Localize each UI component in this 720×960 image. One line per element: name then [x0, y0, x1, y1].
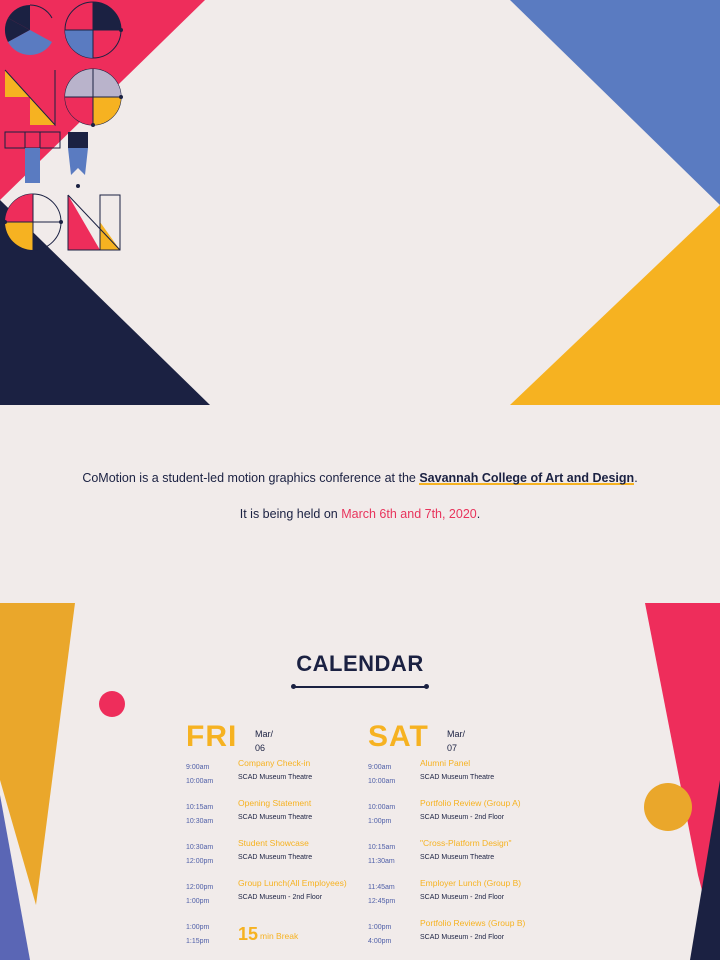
intro-text-end: .: [634, 471, 638, 485]
event-item[interactable]: 10:15am 10:30am Opening Statement SCAD M…: [186, 798, 376, 838]
event-end: 12:45pm: [368, 898, 396, 905]
event-start: 10:00am: [368, 804, 396, 811]
event-end: 1:00pm: [186, 898, 210, 905]
hero-yellow-triangle: [510, 205, 720, 405]
event-item[interactable]: 11:45am 12:45pm Employer Lunch (Group B)…: [368, 878, 558, 918]
calendar-title: CALENDAR: [296, 651, 424, 676]
dates-suffix: .: [476, 507, 481, 521]
event-end: 1:00pm: [368, 818, 392, 825]
event-title: Alumni Panel: [420, 758, 471, 768]
event-location: SCAD Museum - 2nd Floor: [420, 814, 505, 821]
event-location: SCAD Museum Theatre: [238, 774, 313, 781]
day-number: 06: [255, 743, 266, 753]
event-item[interactable]: 10:15am 11:30am "Cross-Platform Design" …: [368, 838, 558, 878]
logo-letter-t: [4, 131, 61, 183]
day-name: SAT: [368, 720, 429, 753]
day-column-sat: SAT Mar/ 07 9:00am 10:00am Alumni Panel …: [368, 720, 558, 958]
cal-yellow-dot: [644, 783, 692, 831]
event-title: Employer Lunch (Group B): [420, 878, 522, 888]
logo-letter-n: [67, 194, 121, 251]
event-item[interactable]: 9:00am 10:00am Company Check-in SCAD Mus…: [186, 758, 376, 798]
event-title: Company Check-in: [238, 758, 311, 768]
event-start: 12:00pm: [186, 884, 214, 891]
event-item[interactable]: 9:00am 10:00am Alumni Panel SCAD Museum …: [368, 758, 558, 798]
event-start: 10:15am: [186, 804, 214, 811]
day-name: FRI: [186, 720, 238, 753]
event-start: 11:45am: [368, 884, 395, 891]
day-column-fri: FRI Mar/ 06 9:00am 10:00am Company Check…: [186, 720, 376, 958]
savannah-college-link[interactable]: Savannah College of Art and Design: [419, 471, 634, 485]
event-item[interactable]: 1:00pm 4:00pm Portfolio Reviews (Group B…: [368, 918, 558, 958]
logo-letter-o-2: [64, 68, 123, 127]
intro-line-1: CoMotion is a student-led motion graphic…: [0, 470, 720, 487]
event-item[interactable]: 10:00am 1:00pm Portfolio Review (Group A…: [368, 798, 558, 838]
event-title: Portfolio Reviews (Group B): [420, 918, 526, 928]
day-header: SAT Mar/ 07: [368, 720, 558, 758]
event-item-break[interactable]: 1:00pm 1:15pm 15 min Break: [186, 918, 376, 958]
event-location: SCAD Museum Theatre: [420, 854, 495, 861]
logo-letter-m: [4, 69, 56, 127]
comotion-logo: [3, 1, 123, 251]
intro-text: CoMotion is a student-led motion graphic…: [82, 471, 420, 485]
event-end: 1:15pm: [186, 938, 210, 945]
day-number: 07: [447, 743, 458, 753]
event-end: 4:00pm: [368, 938, 392, 945]
event-end: 12:00pm: [186, 858, 214, 865]
event-end: 11:30am: [368, 858, 395, 865]
event-start: 10:30am: [186, 844, 214, 851]
event-end: 10:30am: [186, 818, 214, 825]
event-title: "Cross-Platform Design": [420, 838, 512, 848]
hero-blue-triangle: [510, 0, 720, 205]
day-date: Mar/ 07: [447, 727, 465, 755]
event-location: SCAD Museum Theatre: [238, 854, 313, 861]
cal-pink-dot: [99, 691, 125, 717]
event-end: 10:00am: [186, 778, 214, 785]
event-start: 10:15am: [368, 844, 396, 851]
event-location: SCAD Museum - 2nd Floor: [420, 934, 505, 941]
day-date: Mar/ 06: [255, 727, 273, 755]
day-month: Mar/: [255, 729, 273, 739]
day-header: FRI Mar/ 06: [186, 720, 376, 758]
event-location: SCAD Museum - 2nd Floor: [420, 894, 505, 901]
logo-letter-o-1: [64, 1, 123, 59]
event-start: 1:00pm: [368, 924, 392, 931]
event-start: 9:00am: [186, 764, 210, 771]
break-label: min Break: [260, 931, 299, 941]
event-start: 1:00pm: [186, 924, 210, 931]
break-number: 15: [238, 924, 259, 944]
event-item[interactable]: 10:30am 12:00pm Student Showcase SCAD Mu…: [186, 838, 376, 878]
event-end: 10:00am: [368, 778, 396, 785]
event-title: Student Showcase: [238, 838, 309, 848]
event-location: SCAD Museum - 2nd Floor: [238, 894, 323, 901]
event-title: Opening Statement: [238, 798, 312, 808]
day-month: Mar/: [447, 729, 465, 739]
intro-line-2: It is being held on March 6th and 7th, 2…: [0, 506, 720, 523]
conference-dates: March 6th and 7th, 2020: [341, 507, 477, 521]
logo-letter-i: [68, 132, 88, 188]
event-start: 9:00am: [368, 764, 392, 771]
hero-banner: [0, 0, 720, 405]
event-title: Group Lunch(All Employees): [238, 878, 347, 888]
event-location: SCAD Museum Theatre: [238, 814, 313, 821]
intro-section: CoMotion is a student-led motion graphic…: [0, 470, 720, 523]
logo-letter-c: [4, 4, 53, 56]
event-title: Portfolio Review (Group A): [420, 798, 521, 808]
calendar-title-rule: [291, 684, 429, 689]
event-item[interactable]: 12:00pm 1:00pm Group Lunch(All Employees…: [186, 878, 376, 918]
logo-letter-o-3: [3, 193, 63, 251]
dates-prefix: It is being held on: [239, 507, 342, 521]
event-location: SCAD Museum Theatre: [420, 774, 495, 781]
